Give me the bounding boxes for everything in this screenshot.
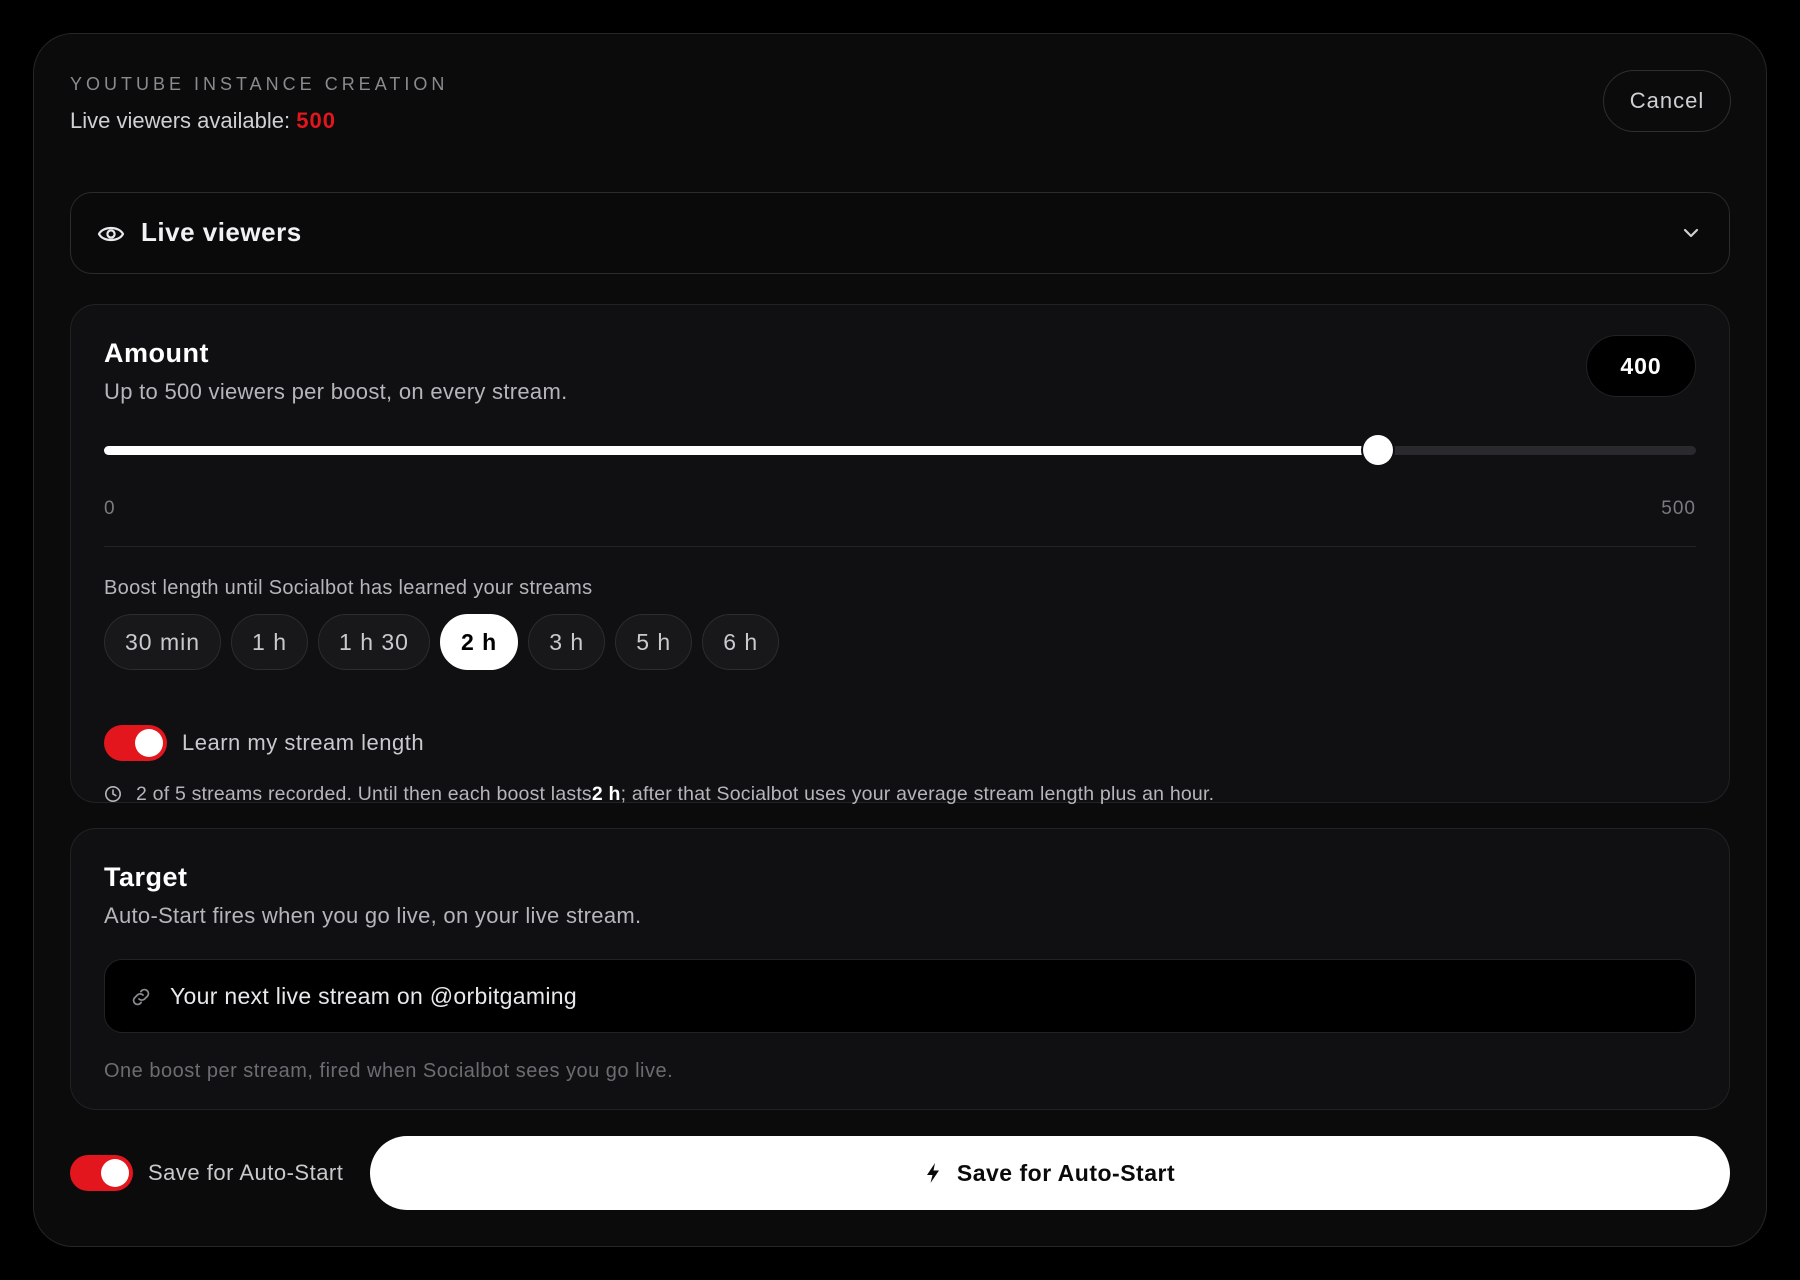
target-footnote: One boost per stream, fired when Socialb… [104,1060,674,1082]
boost-length-label: Boost length until Socialbot has learned… [104,577,593,599]
amount-slider[interactable] [104,435,1696,465]
slider-fill [104,446,1378,455]
boost-length-chip[interactable]: 5 h [615,614,693,670]
toggle-knob [135,729,163,757]
boost-length-chip[interactable]: 2 h [439,614,519,670]
note-text-after: ; after that Socialbot uses your average… [620,782,1215,805]
note-text-before: 2 of 5 streams recorded. Until then each… [136,782,592,805]
amount-title: Amount [104,338,209,368]
target-stream-value: Your next live stream on @orbitgaming [170,983,577,1009]
available-value: 500 [296,108,336,133]
target-title: Target [104,862,188,892]
learn-stream-length-toggle[interactable] [104,725,167,761]
boost-length-chip[interactable]: 3 h [528,614,606,670]
amount-card: Amount Up to 500 viewers per boost, on e… [70,304,1730,806]
slider-max-label: 500 [1661,498,1696,519]
boost-length-chip[interactable]: 30 min [104,614,222,670]
available-viewers: Live viewers available: 500 [70,108,336,134]
boost-length-chip[interactable]: 6 h [702,614,780,670]
toggle-knob [101,1159,129,1187]
instance-creation-modal: YOUTUBE INSTANCE CREATION Live viewers a… [33,33,1767,1247]
divider [104,546,1696,547]
bolt-icon [926,1163,939,1183]
save-auto-start-button[interactable]: Save for Auto-Start [370,1136,1730,1210]
service-select-value: Live viewers [141,217,302,247]
target-subtitle: Auto-Start fires when you go live, on yo… [104,903,642,928]
link-icon [132,988,150,1006]
boost-length-chip[interactable]: 1 h 30 [318,614,430,670]
amount-subtitle: Up to 500 viewers per boost, on every st… [104,379,568,404]
note-text-bold: 2 h [591,782,621,805]
boost-length-options: 30 min 1 h1 h 30 2 h3 h5 h6 h [104,614,780,670]
boost-length-chip[interactable]: 1 h [231,614,309,670]
save-auto-start-toggle[interactable] [70,1155,133,1191]
clock-icon [105,786,121,802]
modal-eyebrow: YOUTUBE INSTANCE CREATION [70,74,449,94]
chevron-down-icon [1683,228,1699,238]
available-label: Live viewers available: [70,108,297,133]
amount-value-input[interactable]: 400 [1586,335,1696,397]
slider-min-label: 0 [104,498,116,519]
learn-stream-length-label: Learn my stream length [182,730,425,755]
save-button-label: Save for Auto-Start [956,1159,1176,1186]
cancel-button[interactable]: Cancel [1603,70,1731,132]
stream-length-note: 2 of 5 streams recorded. Until then each… [104,782,1214,806]
save-auto-start-toggle-label: Save for Auto-Start [148,1160,344,1185]
eye-icon [97,226,125,242]
service-select[interactable]: Live viewers [70,192,1730,274]
slider-thumb[interactable] [1362,435,1393,465]
target-card: Target Auto-Start fires when you go live… [70,828,1730,1110]
target-stream-field[interactable]: Your next live stream on @orbitgaming [104,959,1696,1033]
